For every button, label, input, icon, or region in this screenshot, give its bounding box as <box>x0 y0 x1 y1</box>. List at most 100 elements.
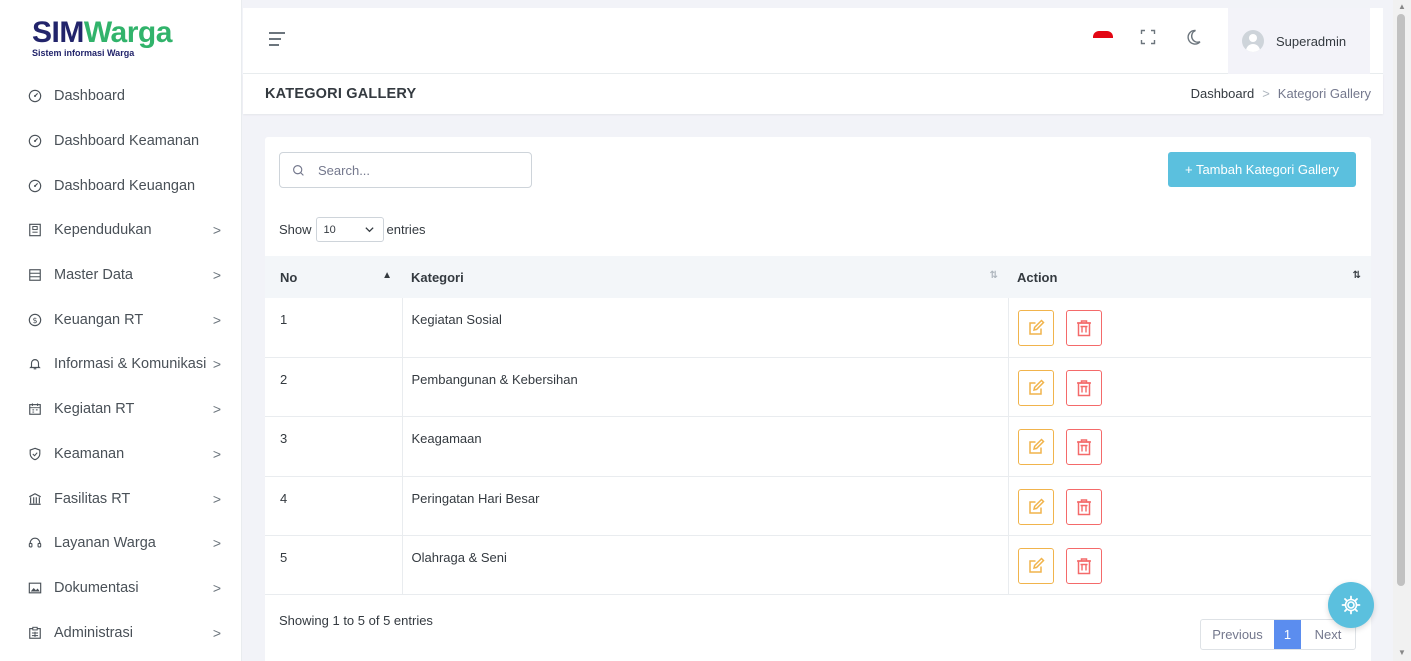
edit-button[interactable] <box>1017 548 1054 585</box>
breadcrumb-current: Kategori Gallery <box>1277 86 1371 101</box>
sidebar-menu: Dashboard Dashboard Keamanan Dashboard K… <box>0 74 241 655</box>
cell-no: 5 <box>265 535 403 595</box>
user-dropdown[interactable]: Superadmin <box>1228 8 1370 74</box>
column-header-no[interactable]: No ▲ <box>265 256 402 298</box>
topbar: Superadmin <box>243 8 1383 74</box>
sidebar-item-label: Kependudukan <box>54 222 152 239</box>
column-header-action[interactable]: Action ⇅ <box>1008 256 1371 298</box>
brand-logo[interactable]: SIMWarga Sistem informasi Warga <box>0 0 241 74</box>
trash-icon <box>1074 318 1094 338</box>
delete-button[interactable] <box>1065 429 1102 466</box>
database-icon <box>28 268 42 282</box>
sidebar-item-dashboard[interactable]: Dashboard <box>0 74 241 119</box>
edit-icon <box>1026 497 1046 517</box>
sidebar-item-kependudukan[interactable]: Kependudukan > <box>0 208 241 253</box>
entries-label: entries <box>386 222 426 237</box>
sidebar-item-keamanan[interactable]: Keamanan > <box>0 432 241 477</box>
gear-icon <box>1341 595 1361 615</box>
cell-action <box>1008 536 1371 595</box>
delete-button[interactable] <box>1065 310 1102 346</box>
delete-button[interactable] <box>1065 548 1102 585</box>
edit-button[interactable] <box>1017 369 1054 406</box>
trash-icon <box>1074 497 1094 517</box>
sidebar-item-kegiatan-rt[interactable]: Kegiatan RT > <box>0 387 241 432</box>
sidebar-item-keuangan-rt[interactable]: $ Keuangan RT > <box>0 297 241 342</box>
sidebar-item-label: Dashboard Keuangan <box>54 177 196 194</box>
table-row: 3 Keagamaan <box>265 416 1371 477</box>
sidebar-item-dashboard-keamanan[interactable]: Dashboard Keamanan <box>0 119 241 164</box>
edit-icon <box>1026 378 1046 398</box>
chevron-right-icon: > <box>212 490 221 507</box>
chevron-down-icon <box>364 227 374 233</box>
scroll-up-icon[interactable]: ▲ <box>1398 2 1406 11</box>
category-table: No ▲ Kategori ⇅ Action ⇅ 1 Kegiatan Sosial 2 P… <box>265 256 1371 595</box>
edit-button[interactable] <box>1017 488 1054 525</box>
moon-icon[interactable] <box>1184 28 1202 46</box>
sidebar-item-label: Keuangan RT <box>54 311 144 328</box>
breadcrumb-dashboard[interactable]: Dashboard <box>1191 86 1255 101</box>
scroll-down-icon[interactable]: ▼ <box>1398 648 1406 657</box>
pagination-page[interactable]: 1 <box>1274 620 1301 649</box>
trash-icon <box>1074 378 1094 398</box>
fullscreen-icon[interactable] <box>1140 29 1156 45</box>
delete-button[interactable] <box>1065 488 1102 525</box>
chevron-right-icon: > <box>212 624 221 641</box>
cell-kategori: Pembangunan & Kebersihan <box>402 357 1009 417</box>
headset-icon <box>28 536 42 550</box>
sidebar-item-label: Kegiatan RT <box>54 401 135 418</box>
trash-icon <box>1074 556 1094 576</box>
dollar-circle-icon: $ <box>28 313 42 327</box>
edit-button[interactable] <box>1017 310 1054 346</box>
search-icon <box>293 164 304 176</box>
indonesia-flag-icon[interactable] <box>1093 31 1113 45</box>
pagination-previous[interactable]: Previous <box>1201 620 1274 649</box>
delete-button[interactable] <box>1065 369 1102 406</box>
add-category-button[interactable]: + Tambah Kategori Gallery <box>1168 152 1356 187</box>
sort-icon: ⇅ <box>1352 270 1361 281</box>
sidebar-item-master-data[interactable]: Master Data > <box>0 253 241 298</box>
column-label: Kategori <box>411 269 464 285</box>
edit-icon <box>1026 318 1046 338</box>
search-box[interactable] <box>279 152 532 188</box>
sidebar-item-label: Keamanan <box>54 445 125 462</box>
page-scrollbar[interactable]: ▲ ▼ <box>1393 0 1411 661</box>
search-input[interactable] <box>318 162 518 178</box>
breadcrumb-separator: > <box>1262 86 1270 101</box>
gauge-icon <box>28 179 42 193</box>
scrollbar-thumb[interactable] <box>1397 14 1405 586</box>
menu-toggle-icon[interactable] <box>269 32 285 46</box>
table-header-row: No ▲ Kategori ⇅ Action ⇅ <box>265 256 1371 298</box>
cell-kategori: Keagamaan <box>402 416 1009 477</box>
sidebar-item-dashboard-keuangan[interactable]: Dashboard Keuangan <box>0 163 241 208</box>
page-size-value: 10 <box>323 223 336 236</box>
sidebar-item-dokumentasi[interactable]: Dokumentasi > <box>0 566 241 611</box>
cell-kategori: Peringatan Hari Besar <box>402 476 1009 536</box>
page-title: KATEGORI GALLERY <box>265 86 417 102</box>
logo-text: SIMWarga <box>32 18 241 48</box>
table-row: 4 Peringatan Hari Besar <box>265 476 1371 536</box>
cell-kategori: Olahraga & Seni <box>402 535 1009 595</box>
page-size-control: Show 10 entries <box>279 217 426 242</box>
cell-no: 3 <box>265 416 403 477</box>
chevron-right-icon: > <box>212 222 221 239</box>
cell-no: 2 <box>265 357 403 417</box>
sidebar: SIMWarga Sistem informasi Warga Dashboar… <box>0 0 242 661</box>
user-name: Superadmin <box>1276 33 1347 49</box>
sidebar-item-layanan-warga[interactable]: Layanan Warga > <box>0 521 241 566</box>
cell-action <box>1008 476 1371 535</box>
page-size-select[interactable]: 10 <box>315 217 384 242</box>
cell-kategori: Kegiatan Sosial <box>402 298 1009 358</box>
sidebar-item-administrasi[interactable]: Administrasi > <box>0 610 241 655</box>
sidebar-item-informasi-komunikasi[interactable]: Informasi & Komunikasi > <box>0 342 241 387</box>
chevron-right-icon: > <box>212 579 221 596</box>
sidebar-item-fasilitas-rt[interactable]: Fasilitas RT > <box>0 476 241 521</box>
table-row: 2 Pembangunan & Kebersihan <box>265 357 1371 417</box>
column-header-kategori[interactable]: Kategori ⇅ <box>402 256 1008 298</box>
avatar <box>1242 30 1264 52</box>
edit-button[interactable] <box>1017 429 1054 466</box>
calendar-icon <box>28 402 42 416</box>
bell-icon <box>28 357 42 371</box>
gauge-icon <box>28 134 42 148</box>
settings-fab[interactable] <box>1328 582 1374 628</box>
breadcrumb: Dashboard > Kategori Gallery <box>1191 86 1371 101</box>
